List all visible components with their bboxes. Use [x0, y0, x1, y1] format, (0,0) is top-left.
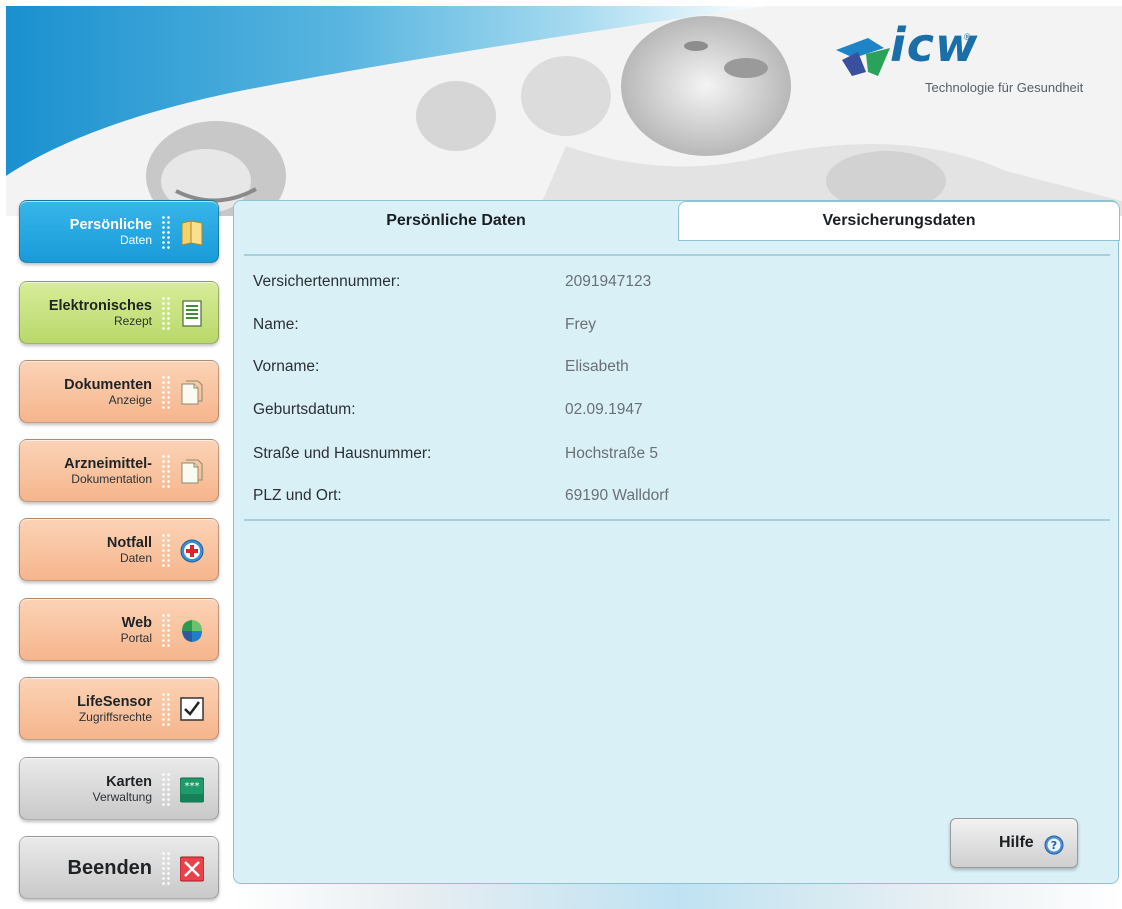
- icw-logo: icw ® Technologie für Gesundheit: [832, 18, 1112, 112]
- logo-registered: ®: [964, 32, 971, 42]
- nav-label-main: Karten: [106, 773, 152, 790]
- nav-label-main: Persönliche: [69, 216, 152, 233]
- logo-wordmark: icw: [890, 18, 979, 72]
- nav-notfall-daten[interactable]: Notfall Daten: [19, 518, 219, 581]
- field-row: Straße und Hausnummer: Hochstraße 5: [253, 445, 1093, 469]
- field-value: 02.09.1947: [565, 401, 643, 418]
- nav-label-main: Elektronisches: [48, 297, 152, 314]
- dots-divider: [161, 454, 171, 490]
- main-panel: Persönliche Daten Versicherungsdaten Ver…: [233, 200, 1120, 884]
- nav-elektronisches-rezept[interactable]: Elektronisches Rezept: [19, 281, 219, 344]
- dots-divider: [161, 533, 171, 569]
- nav-label-main: Web: [121, 614, 152, 631]
- question-mark-icon: ?: [1044, 835, 1064, 855]
- field-value: 2091947123: [565, 273, 652, 290]
- field-label: Geburtsdatum:: [253, 401, 356, 418]
- documents-icon: [181, 459, 203, 484]
- emergency-cross-icon: [180, 539, 204, 563]
- dots-divider: [161, 851, 171, 887]
- field-label: PLZ und Ort:: [253, 487, 342, 504]
- dots-divider: [161, 215, 171, 251]
- field-row: Vorname: Elisabeth: [253, 358, 1093, 382]
- dots-divider: [161, 613, 171, 649]
- nav-label-main: Arzneimittel-: [64, 455, 152, 472]
- field-label: Vorname:: [253, 358, 320, 375]
- footer-decoration: [232, 880, 1122, 909]
- nav-karten-verwaltung[interactable]: Karten Verwaltung ***: [19, 757, 219, 820]
- nav-dokumenten-anzeige[interactable]: Dokumenten Anzeige: [19, 360, 219, 423]
- tab-persoenliche-daten[interactable]: Persönliche Daten: [234, 201, 678, 241]
- dots-divider: [161, 375, 171, 411]
- nav-label-sub: Rezept: [113, 313, 152, 328]
- divider: [244, 254, 1110, 256]
- field-row: Versichertennummer: 2091947123: [253, 273, 1093, 297]
- field-value: Elisabeth: [565, 358, 629, 375]
- nav-label-main: Beenden: [67, 856, 152, 879]
- nav-label-main: LifeSensor: [77, 693, 152, 710]
- help-button[interactable]: Hilfe ?: [950, 818, 1078, 868]
- tab-bar: Persönliche Daten Versicherungsdaten: [234, 201, 1120, 241]
- card-icon: ***: [180, 777, 204, 803]
- app-window: icw ® Technologie für Gesundheit Persönl…: [0, 0, 1122, 909]
- nav-label-sub: Anzeige: [108, 392, 152, 407]
- logo-tagline: Technologie für Gesundheit: [925, 80, 1084, 95]
- help-label: Hilfe: [999, 834, 1034, 851]
- dots-divider: [161, 692, 171, 728]
- nav-label-sub: Dokumentation: [71, 471, 152, 486]
- tab-versicherungsdaten[interactable]: Versicherungsdaten: [678, 201, 1120, 241]
- dots-divider: [161, 296, 171, 332]
- field-value: 69190 Walldorf: [565, 487, 669, 504]
- field-row: PLZ und Ort: 69190 Walldorf: [253, 487, 1093, 511]
- dots-divider: [161, 772, 171, 808]
- nav-label-sub: Daten: [119, 232, 152, 247]
- nav-label-main: Notfall: [106, 534, 152, 551]
- nav-arzneimittel-dokumentation[interactable]: Arzneimittel- Dokumentation: [19, 439, 219, 502]
- nav-lifesensor-zugriffsrechte[interactable]: LifeSensor Zugriffsrechte: [19, 677, 219, 740]
- field-row: Name: Frey: [253, 316, 1093, 340]
- checkbox-icon: [180, 697, 204, 721]
- nav-web-portal[interactable]: Web Portal: [19, 598, 219, 661]
- documents-icon: [181, 380, 203, 405]
- book-icon: [181, 220, 203, 246]
- field-value: Hochstraße 5: [565, 445, 659, 462]
- field-label: Straße und Hausnummer:: [253, 445, 432, 462]
- field-label: Versichertennummer:: [253, 273, 401, 290]
- web-portal-icon: [182, 620, 202, 642]
- nav-label-sub: Verwaltung: [92, 789, 152, 804]
- nav-label-sub: Portal: [120, 630, 152, 645]
- svg-text:?: ?: [1051, 839, 1057, 852]
- nav-label-sub: Zugriffsrechte: [78, 709, 152, 724]
- prescription-document-icon: [182, 300, 202, 327]
- svg-text:***: ***: [185, 781, 200, 792]
- close-icon: [180, 856, 204, 882]
- nav-persoenliche-daten[interactable]: Persönliche Daten: [19, 200, 219, 263]
- field-label: Name:: [253, 316, 299, 333]
- field-row: Geburtsdatum: 02.09.1947: [253, 401, 1093, 425]
- logo-mark-icon: [836, 38, 890, 76]
- nav-beenden-button[interactable]: Beenden: [19, 836, 219, 899]
- nav-label-sub: Daten: [119, 550, 152, 565]
- field-value: Frey: [565, 316, 596, 333]
- nav-label-main: Dokumenten: [64, 376, 152, 393]
- divider: [244, 519, 1110, 521]
